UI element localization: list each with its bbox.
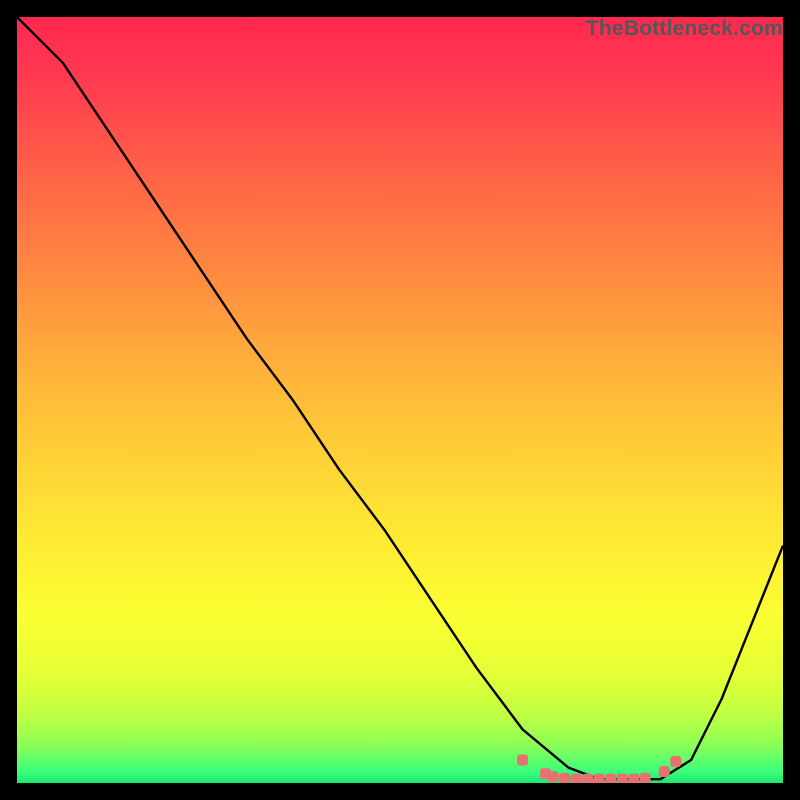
curve-marker (605, 774, 616, 783)
curve-marker (628, 774, 639, 783)
curve-marker (517, 755, 528, 766)
chart-background (17, 17, 783, 783)
chart-frame: TheBottleneck.com (17, 17, 783, 783)
curve-marker (640, 773, 651, 783)
curve-marker (670, 756, 681, 767)
curve-marker (571, 774, 582, 783)
chart-svg (17, 17, 783, 783)
curve-marker (559, 773, 570, 783)
curve-marker (617, 774, 628, 783)
curve-marker (594, 774, 605, 783)
watermark-text: TheBottleneck.com (586, 17, 783, 41)
curve-marker (659, 766, 670, 777)
curve-marker (548, 771, 559, 782)
curve-marker (582, 774, 593, 783)
